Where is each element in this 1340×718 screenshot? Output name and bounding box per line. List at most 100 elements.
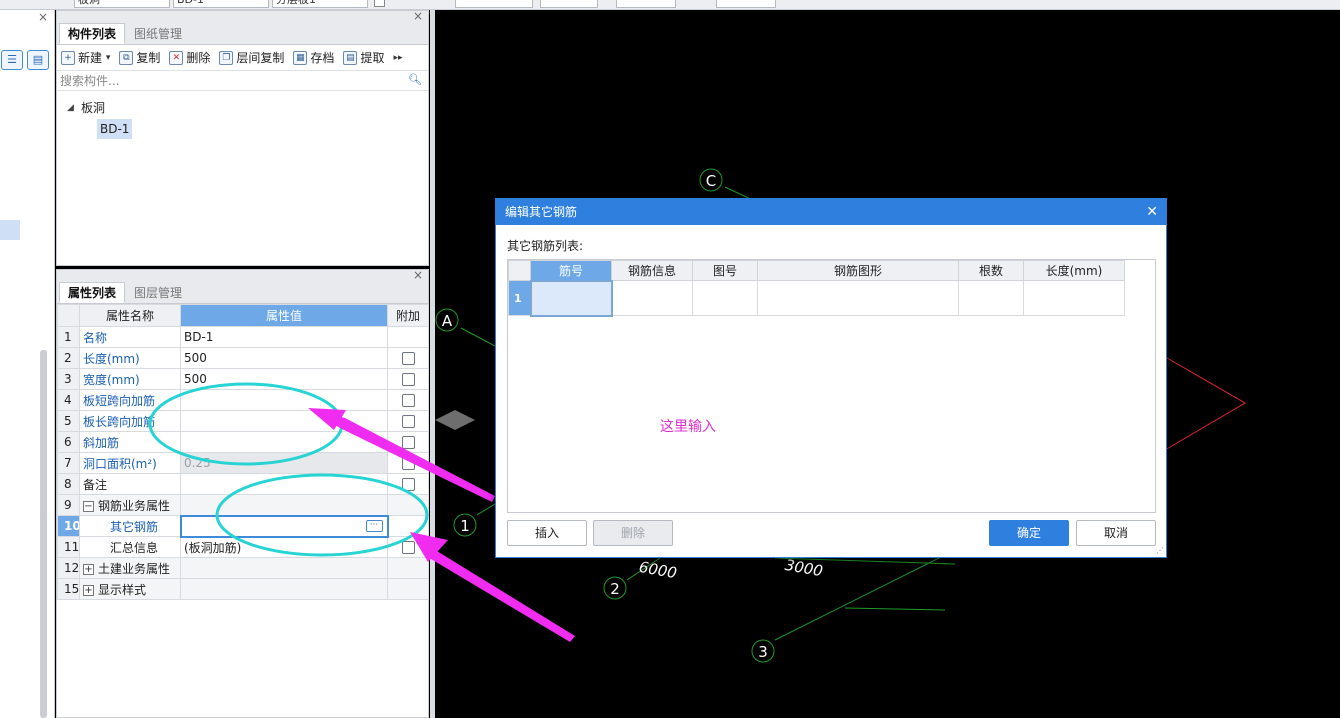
- search-input[interactable]: [57, 71, 397, 90]
- property-group[interactable]: + 土建业务属性: [79, 557, 181, 579]
- extra-checkbox[interactable]: [401, 457, 415, 470]
- col-length[interactable]: 长度(mm): [1023, 260, 1125, 281]
- copy-button[interactable]: ⧉ 复制: [119, 49, 160, 66]
- col-rebar-shape[interactable]: 钢筋图形: [757, 260, 959, 281]
- table-row[interactable]: 10 其它钢筋 ···: [57, 514, 429, 538]
- table-row[interactable]: 6 斜加筋: [57, 431, 429, 453]
- delete-button[interactable]: ✕ 删除: [169, 49, 210, 66]
- cell-figure-number[interactable]: [692, 280, 758, 316]
- extra-checkbox[interactable]: [401, 394, 415, 407]
- property-value[interactable]: ···: [179, 514, 389, 538]
- new-button[interactable]: + 新建 ▾: [61, 49, 110, 66]
- property-name[interactable]: 其它钢筋: [79, 515, 181, 537]
- property-name[interactable]: 名称: [79, 326, 181, 348]
- tab-property-list[interactable]: 属性列表: [59, 282, 126, 303]
- copy-checkbox[interactable]: [374, 0, 385, 7]
- list-view-icon[interactable]: ☰: [1, 50, 23, 70]
- property-value[interactable]: [180, 494, 388, 516]
- property-value[interactable]: [180, 473, 388, 495]
- nav-scrollbar[interactable]: [40, 350, 47, 718]
- cell-count[interactable]: [958, 280, 1024, 316]
- detail-view-icon[interactable]: ▤: [27, 50, 49, 70]
- cell-bar-number[interactable]: [529, 279, 613, 317]
- toolbar-field-6[interactable]: [616, 0, 676, 8]
- table-row[interactable]: 11 汇总信息 (板洞加筋): [57, 536, 429, 558]
- property-name[interactable]: 洞口面积(m²): [79, 452, 181, 474]
- tab-layer-management[interactable]: 图层管理: [125, 282, 191, 303]
- tab-component-list[interactable]: 构件列表: [59, 23, 126, 44]
- toolbar-field-7[interactable]: [716, 0, 776, 8]
- property-value[interactable]: 500: [180, 368, 388, 390]
- delete-button[interactable]: 删除: [593, 520, 673, 546]
- property-value[interactable]: [180, 389, 388, 411]
- property-value[interactable]: [180, 557, 388, 579]
- dialog-title-bar[interactable]: 编辑其它钢筋 ✕: [496, 199, 1166, 225]
- table-row[interactable]: 1 名称 BD-1: [57, 326, 429, 348]
- extra-checkbox[interactable]: [401, 541, 415, 554]
- table-row[interactable]: 5 板长跨向加筋: [57, 410, 429, 432]
- nav-selected-item[interactable]: [0, 220, 20, 240]
- property-name[interactable]: 宽度(mm): [79, 368, 181, 390]
- col-count[interactable]: 根数: [958, 260, 1024, 281]
- property-name[interactable]: 斜加筋: [79, 431, 181, 453]
- cell-rebar-info[interactable]: [611, 280, 693, 316]
- property-value[interactable]: [180, 410, 388, 432]
- property-value[interactable]: (板洞加筋): [180, 536, 388, 558]
- extra-checkbox[interactable]: [401, 436, 415, 449]
- ellipsis-icon[interactable]: ···: [365, 519, 383, 532]
- property-name[interactable]: 长度(mm): [79, 347, 181, 369]
- collapse-icon[interactable]: −: [83, 500, 94, 512]
- tree-item[interactable]: BD-1: [57, 119, 428, 141]
- cell-length[interactable]: [1023, 280, 1125, 316]
- more-tools-button[interactable]: ▸▸: [393, 53, 402, 63]
- col-figure-number[interactable]: 图号: [692, 260, 758, 281]
- extract-button[interactable]: ▤ 提取: [343, 49, 384, 66]
- expand-icon[interactable]: +: [83, 584, 94, 596]
- property-value[interactable]: 0.25: [180, 452, 388, 474]
- col-rebar-info[interactable]: 钢筋信息: [611, 260, 693, 281]
- tree-item-label[interactable]: BD-1: [97, 119, 133, 139]
- close-icon[interactable]: ×: [413, 268, 423, 282]
- property-value[interactable]: [180, 578, 388, 600]
- tab-drawing-management[interactable]: 图纸管理: [125, 23, 191, 44]
- insert-button[interactable]: 插入: [507, 520, 587, 546]
- property-value[interactable]: BD-1: [180, 326, 388, 348]
- table-row[interactable]: 4 板短跨向加筋: [57, 389, 429, 411]
- table-row[interactable]: 8 备注: [57, 473, 429, 495]
- property-name[interactable]: 板长跨向加筋: [79, 410, 181, 432]
- search-icon[interactable]: 🔍︎: [408, 73, 422, 86]
- property-name[interactable]: 备注: [79, 473, 181, 495]
- toolbar-field-5[interactable]: [540, 0, 598, 8]
- floor-copy-button[interactable]: ❐ 层间复制: [219, 49, 284, 66]
- table-row[interactable]: 3 宽度(mm) 500: [57, 368, 429, 390]
- ok-button[interactable]: 确定: [989, 520, 1069, 546]
- table-row[interactable]: 2 长度(mm) 500: [57, 347, 429, 369]
- resize-grip-icon[interactable]: ⋰: [1156, 546, 1164, 555]
- component-type-select[interactable]: 板洞: [74, 0, 170, 8]
- property-name[interactable]: 汇总信息: [79, 536, 181, 558]
- table-row[interactable]: 7 洞口面积(m²) 0.25: [57, 452, 429, 474]
- table-row[interactable]: 12 + 土建业务属性: [57, 557, 429, 579]
- table-row[interactable]: 9− 钢筋业务属性: [57, 494, 429, 516]
- close-icon[interactable]: ×: [38, 10, 48, 24]
- extra-checkbox[interactable]: [401, 415, 415, 428]
- property-group[interactable]: − 钢筋业务属性: [79, 494, 181, 516]
- extra-checkbox[interactable]: [401, 478, 415, 491]
- component-name-select[interactable]: BD-1: [173, 0, 269, 8]
- cell-rebar-shape[interactable]: [757, 280, 959, 316]
- col-bar-number[interactable]: 筋号: [530, 260, 612, 281]
- table-row[interactable]: 15 + 显示样式: [57, 578, 429, 600]
- row-number[interactable]: 1: [508, 280, 531, 316]
- cancel-button[interactable]: 取消: [1076, 520, 1156, 546]
- property-value[interactable]: [180, 431, 388, 453]
- collapse-triangle-icon[interactable]: ◢: [67, 97, 74, 119]
- property-value[interactable]: 500: [180, 347, 388, 369]
- tree-group[interactable]: ◢ 板洞: [57, 97, 428, 119]
- property-name[interactable]: 板短跨向加筋: [79, 389, 181, 411]
- archive-button[interactable]: ▦ 存档: [293, 49, 334, 66]
- extra-checkbox[interactable]: [401, 352, 415, 365]
- toolbar-field-4[interactable]: [455, 0, 533, 8]
- close-icon[interactable]: ✕: [1146, 199, 1158, 225]
- close-icon[interactable]: ×: [413, 9, 423, 23]
- expand-icon[interactable]: +: [83, 563, 94, 575]
